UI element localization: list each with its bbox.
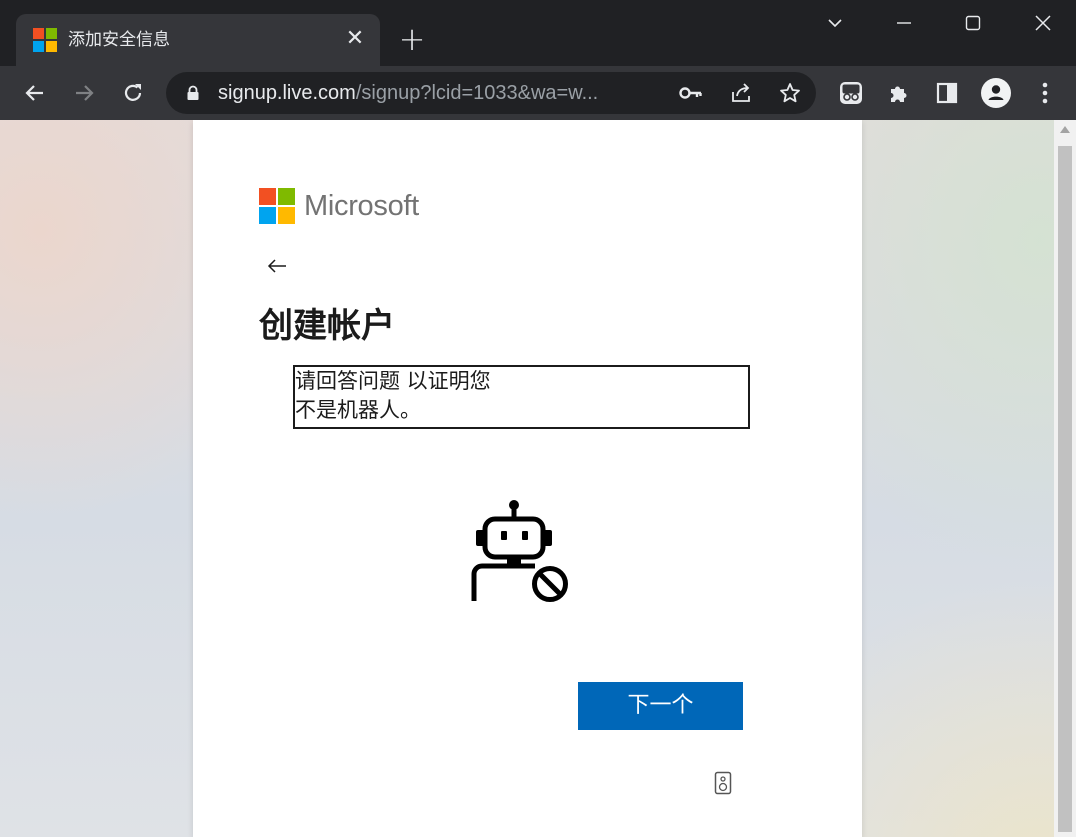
extension-icon[interactable] bbox=[834, 76, 868, 110]
back-arrow-icon[interactable] bbox=[265, 254, 289, 278]
signup-card: Microsoft 创建帐户 请回答问题 以证明您 不是机器人。 下一个 bbox=[193, 120, 862, 837]
reload-icon[interactable] bbox=[116, 76, 150, 110]
tab-strip: 添加安全信息 ✕ + bbox=[0, 0, 1076, 66]
microsoft-wordmark: Microsoft bbox=[304, 189, 419, 222]
address-bar[interactable]: signup.live.com/signup?lcid=1033&wa=w... bbox=[166, 72, 816, 114]
challenge-line-1: 请回答问题 以证明您 bbox=[295, 369, 491, 393]
robot-blocked-icon bbox=[471, 500, 568, 602]
url-path: /signup?lcid=1033&wa=w... bbox=[355, 82, 599, 104]
puzzle-icon[interactable] bbox=[882, 76, 916, 110]
tab-title: 添加安全信息 bbox=[68, 30, 170, 50]
page-viewport: Microsoft 创建帐户 请回答问题 以证明您 不是机器人。 下一个 bbox=[0, 120, 1054, 837]
star-icon[interactable] bbox=[777, 80, 803, 106]
new-tab-button[interactable]: + bbox=[396, 23, 428, 56]
microsoft-squares-icon bbox=[259, 188, 295, 224]
page-scrollbar[interactable] bbox=[1054, 120, 1076, 837]
profile-icon[interactable] bbox=[979, 76, 1013, 110]
tab-close-icon[interactable]: ✕ bbox=[342, 26, 368, 52]
back-icon[interactable] bbox=[18, 76, 52, 110]
close-icon[interactable] bbox=[1023, 8, 1063, 40]
maximize-icon[interactable] bbox=[953, 8, 993, 40]
microsoft-logo: Microsoft bbox=[259, 188, 419, 224]
url-text[interactable]: signup.live.com/signup?lcid=1033&wa=w... bbox=[218, 81, 598, 105]
forward-icon[interactable] bbox=[67, 76, 101, 110]
challenge-text-box: 请回答问题 以证明您 不是机器人。 bbox=[293, 365, 750, 429]
audio-challenge-icon[interactable] bbox=[714, 771, 732, 795]
chevron-down-icon[interactable] bbox=[815, 8, 855, 40]
url-domain: signup.live.com bbox=[218, 82, 356, 104]
key-icon[interactable] bbox=[678, 80, 704, 106]
side-panel-icon[interactable] bbox=[930, 76, 964, 110]
minimize-icon[interactable] bbox=[884, 8, 924, 40]
scroll-up-arrow-icon[interactable] bbox=[1060, 126, 1070, 133]
menu-icon[interactable] bbox=[1028, 76, 1062, 110]
challenge-line-2: 不是机器人。 bbox=[295, 398, 421, 422]
page-title: 创建帐户 bbox=[259, 306, 395, 346]
share-icon[interactable] bbox=[728, 80, 754, 106]
browser-toolbar: signup.live.com/signup?lcid=1033&wa=w... bbox=[0, 66, 1076, 120]
microsoft-favicon-icon bbox=[33, 28, 57, 52]
browser-tab[interactable]: 添加安全信息 ✕ bbox=[16, 14, 380, 66]
scroll-thumb[interactable] bbox=[1058, 146, 1072, 832]
next-button[interactable]: 下一个 bbox=[578, 682, 743, 730]
lock-icon[interactable] bbox=[186, 85, 200, 105]
